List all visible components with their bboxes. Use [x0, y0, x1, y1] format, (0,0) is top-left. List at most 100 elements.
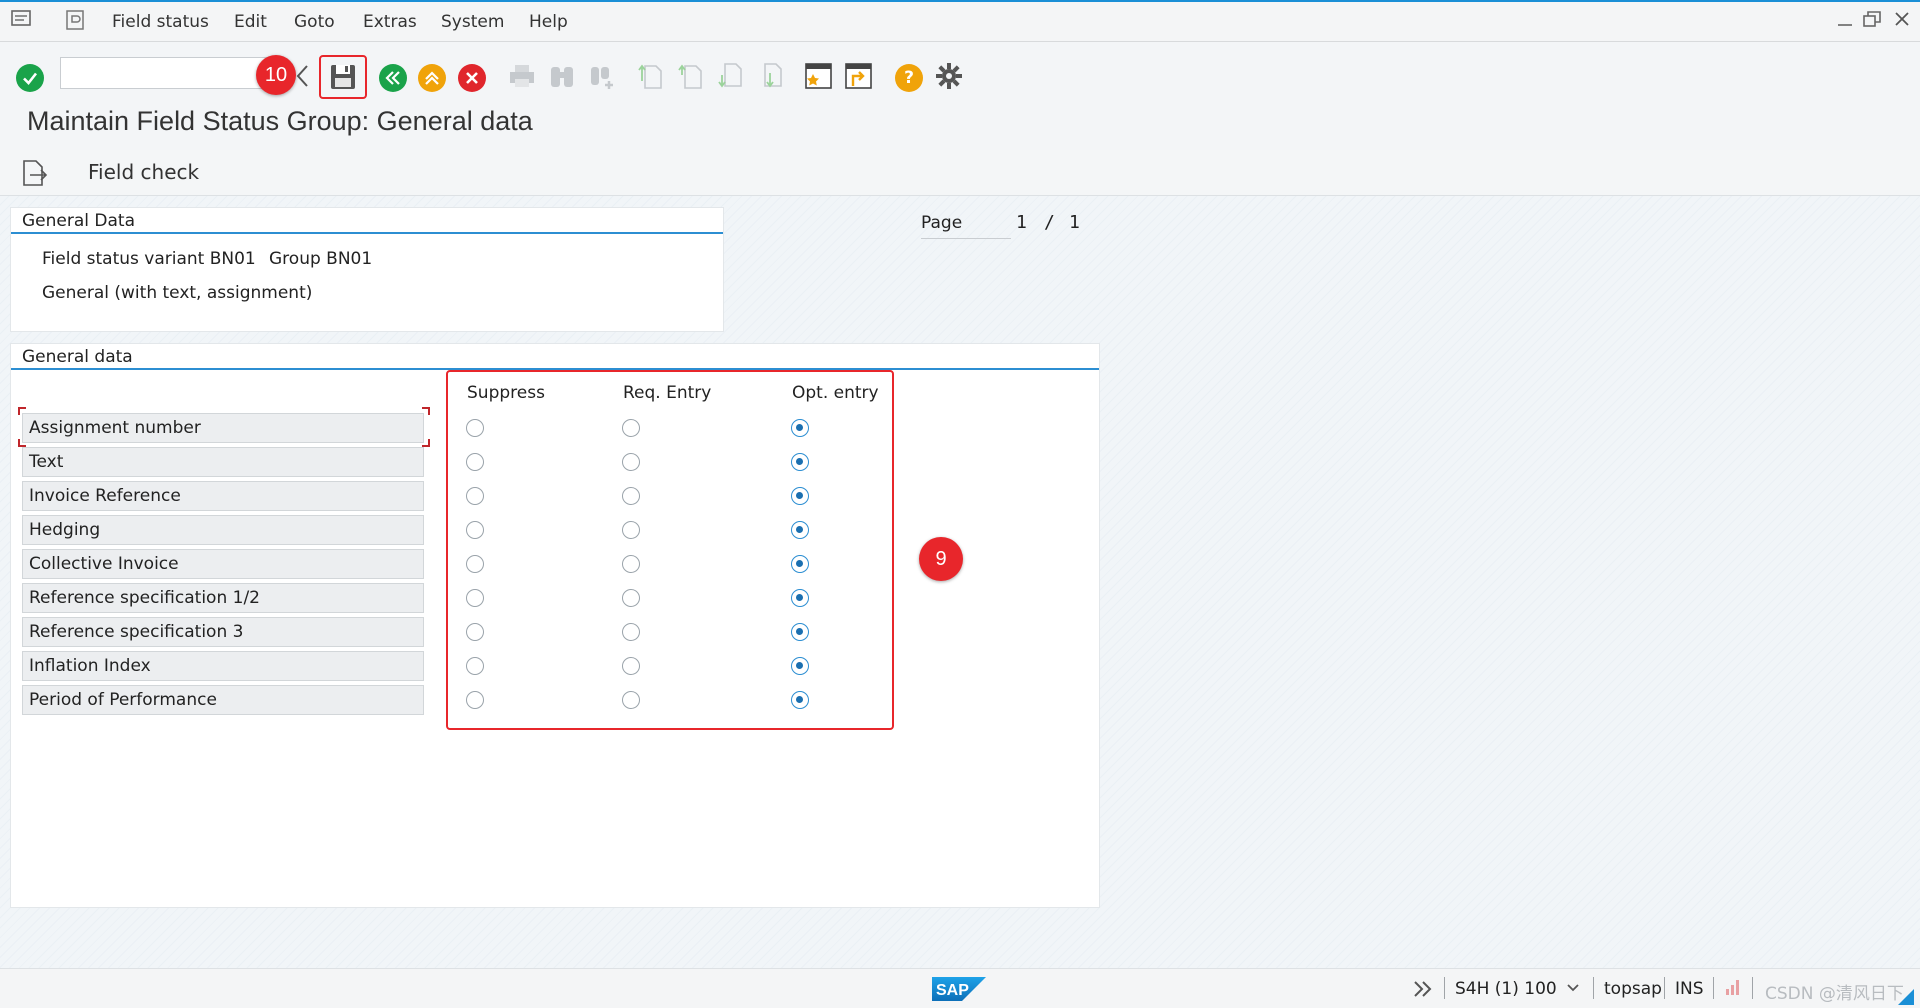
- column-opt-entry: Opt. entry: [792, 383, 879, 403]
- checkmark-icon: [16, 64, 44, 92]
- menu-extras[interactable]: Extras: [363, 12, 417, 32]
- menu-help[interactable]: Help: [529, 12, 568, 32]
- close-icon[interactable]: [1893, 10, 1911, 33]
- general-data-table-title: General data: [11, 344, 1099, 370]
- collapse-command-icon[interactable]: [293, 63, 313, 89]
- cancel-icon: [458, 64, 486, 92]
- find-icon[interactable]: [546, 60, 578, 92]
- page-label: Page: [921, 213, 1011, 239]
- radio-opt-entry[interactable]: [791, 657, 809, 675]
- field-check-icon[interactable]: [20, 158, 50, 188]
- radio-suppress[interactable]: [466, 555, 484, 573]
- performance-icon[interactable]: [1724, 977, 1742, 997]
- save-button[interactable]: [319, 55, 367, 99]
- page-current: 1: [1016, 212, 1027, 233]
- application-toolbar: Field check: [0, 150, 1920, 196]
- chevron-down-icon[interactable]: [1565, 979, 1581, 995]
- menu-edit-label: Edit: [234, 12, 267, 32]
- last-page-icon[interactable]: [755, 60, 787, 92]
- save-icon: [331, 65, 355, 89]
- radio-req-entry[interactable]: [622, 623, 640, 641]
- menu-edit[interactable]: Edit: [234, 12, 267, 32]
- exit-button[interactable]: [416, 62, 448, 94]
- radio-opt-entry[interactable]: [791, 487, 809, 505]
- find-next-icon[interactable]: [586, 60, 618, 92]
- generate-shortcut-icon[interactable]: [843, 60, 875, 92]
- status-separator: [1713, 977, 1714, 999]
- help-icon: ?: [895, 64, 923, 92]
- radio-suppress[interactable]: [466, 589, 484, 607]
- sap-logo-text: SAP: [936, 982, 969, 999]
- radio-req-entry[interactable]: [622, 487, 640, 505]
- transaction-icon[interactable]: [64, 8, 88, 32]
- radio-suppress[interactable]: [466, 623, 484, 641]
- status-separator: [1752, 977, 1753, 999]
- radio-req-entry[interactable]: [622, 521, 640, 539]
- menu-system-label: System: [441, 12, 505, 32]
- status-bar: SAP S4H (1) 100 topsap INS CSDN @清风日下: [0, 968, 1920, 1008]
- field-label: Hedging: [22, 515, 424, 545]
- field-label: Period of Performance: [22, 685, 424, 715]
- radio-opt-entry[interactable]: [791, 555, 809, 573]
- status-separator: [1444, 977, 1445, 999]
- menu-bar: Field status Edit Goto Extras System Hel…: [0, 0, 1920, 42]
- radio-suppress[interactable]: [466, 419, 484, 437]
- radio-opt-entry[interactable]: [791, 589, 809, 607]
- radio-suppress[interactable]: [466, 521, 484, 539]
- radio-opt-entry[interactable]: [791, 453, 809, 471]
- command-field[interactable]: [60, 57, 270, 89]
- radio-req-entry[interactable]: [622, 555, 640, 573]
- minimize-icon[interactable]: [1836, 10, 1854, 33]
- back-button[interactable]: [377, 62, 409, 94]
- first-page-icon[interactable]: [635, 60, 667, 92]
- print-icon[interactable]: [506, 60, 538, 92]
- radio-suppress[interactable]: [466, 657, 484, 675]
- status-separator: [1593, 977, 1594, 999]
- radio-opt-entry[interactable]: [791, 521, 809, 539]
- input-mode[interactable]: INS: [1675, 979, 1704, 999]
- enter-button[interactable]: [14, 62, 46, 94]
- field-check-button[interactable]: Field check: [88, 160, 199, 184]
- menu-field-status-label: Field status: [112, 12, 209, 32]
- status-separator: [1664, 977, 1665, 999]
- general-data-box-title: General Data: [11, 208, 723, 234]
- field-label: Reference specification 3: [22, 617, 424, 647]
- menu-field-status[interactable]: Field status: [112, 12, 209, 32]
- menu-icon[interactable]: [10, 8, 34, 30]
- resize-corner-icon[interactable]: [1894, 989, 1914, 1005]
- radio-opt-entry[interactable]: [791, 691, 809, 709]
- exit-icon: [418, 64, 446, 92]
- menu-goto[interactable]: Goto: [294, 12, 335, 32]
- radio-opt-entry[interactable]: [791, 623, 809, 641]
- radio-req-entry[interactable]: [622, 589, 640, 607]
- field-label: Reference specification 1/2: [22, 583, 424, 613]
- radio-opt-entry[interactable]: [791, 419, 809, 437]
- create-session-icon[interactable]: [803, 60, 835, 92]
- radio-req-entry[interactable]: [622, 657, 640, 675]
- cancel-button[interactable]: [456, 62, 488, 94]
- next-page-icon[interactable]: [715, 60, 747, 92]
- menu-extras-label: Extras: [363, 12, 417, 32]
- previous-page-icon[interactable]: [675, 60, 707, 92]
- group-description: General (with text, assignment): [42, 283, 313, 303]
- restore-icon[interactable]: [1862, 10, 1882, 33]
- field-status-group: Group BN01: [269, 249, 373, 269]
- step-marker-10-label: 10: [264, 63, 288, 86]
- field-label: Invoice Reference: [22, 481, 424, 511]
- column-req-entry: Req. Entry: [623, 383, 712, 403]
- radio-suppress[interactable]: [466, 453, 484, 471]
- status-expand-icon[interactable]: [1412, 978, 1434, 1000]
- host-name: topsap: [1604, 979, 1662, 999]
- field-label: Text: [22, 447, 424, 477]
- watermark-text: CSDN @清风日下: [1765, 984, 1904, 1004]
- radio-suppress[interactable]: [466, 487, 484, 505]
- menu-system[interactable]: System: [441, 12, 504, 32]
- settings-icon[interactable]: [933, 60, 965, 92]
- step-marker-9: 9: [919, 537, 963, 581]
- back-icon: [379, 64, 407, 92]
- radio-req-entry[interactable]: [622, 419, 640, 437]
- radio-suppress[interactable]: [466, 691, 484, 709]
- radio-req-entry[interactable]: [622, 691, 640, 709]
- help-button[interactable]: ?: [893, 62, 925, 94]
- radio-req-entry[interactable]: [622, 453, 640, 471]
